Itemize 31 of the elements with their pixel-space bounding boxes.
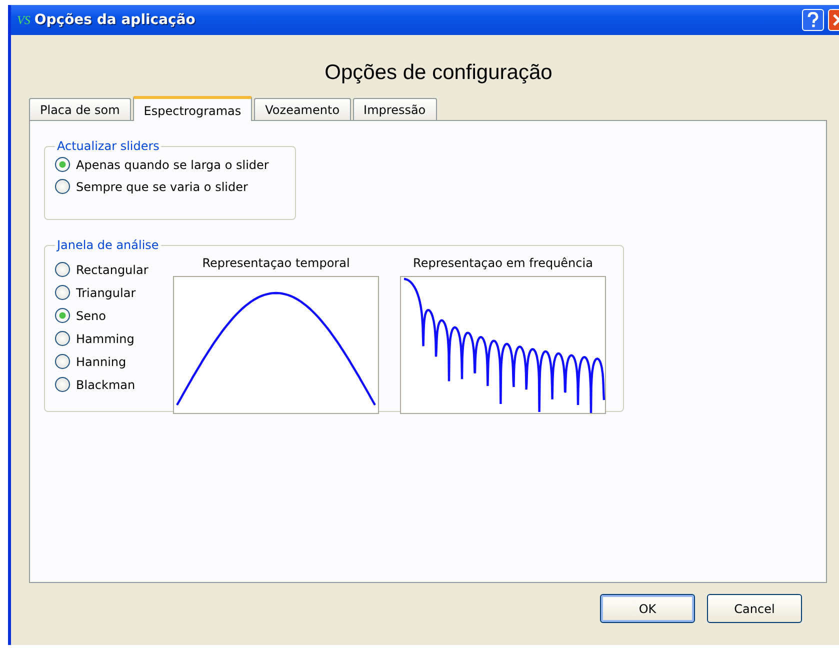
app-logo: VS <box>17 12 30 28</box>
radio-label: Sempre que se varia o slider <box>76 180 248 194</box>
radio-button[interactable] <box>55 157 70 172</box>
window-title: Opções da aplicação <box>34 12 196 28</box>
plot-title: Representaçao temporal <box>202 256 350 270</box>
radio-label: Hanning <box>76 354 126 368</box>
radio-button[interactable] <box>55 331 70 346</box>
plot-title: Representaçao em frequência <box>413 256 593 270</box>
group-title: Janela de análise <box>55 238 160 252</box>
radio-label: Seno <box>76 308 106 322</box>
radio-button[interactable] <box>55 262 70 277</box>
radio-label: Triangular <box>76 286 136 300</box>
radio-button[interactable] <box>55 285 70 300</box>
group-title: Actualizar sliders <box>56 139 160 153</box>
tab[interactable]: Impressão <box>352 98 437 120</box>
ok-button[interactable]: OK <box>600 594 695 623</box>
radio-button[interactable] <box>55 308 70 323</box>
radio-label: Hamming <box>76 332 134 346</box>
question-mark-icon <box>806 12 820 28</box>
tab[interactable]: Vozeamento <box>254 98 351 120</box>
radio-label: Rectangular <box>76 262 148 276</box>
radio-label: Apenas quando se larga o slider <box>76 158 269 172</box>
cancel-button[interactable]: Cancel <box>707 594 802 623</box>
radio-button[interactable] <box>55 354 70 369</box>
help-button[interactable] <box>802 9 824 31</box>
tab[interactable]: Placa de som <box>29 98 131 120</box>
radio-button[interactable] <box>55 377 70 392</box>
radio-label: Blackman <box>76 378 136 392</box>
tab[interactable]: Espectrogramas <box>132 96 252 121</box>
radio-button[interactable] <box>55 179 70 194</box>
dialog-heading: Opções de configuração <box>324 61 554 85</box>
